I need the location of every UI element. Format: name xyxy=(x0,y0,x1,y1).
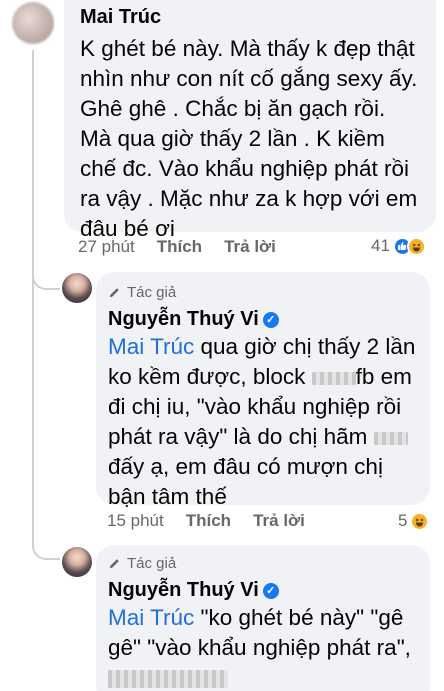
reply-line: đi chị iu, "vào khẩu nghiệp rồi xyxy=(108,394,402,419)
reply-actions: 15 phút Thích Trả lời xyxy=(107,511,305,531)
mention-link[interactable]: Mai Trúc xyxy=(108,605,194,630)
reply-timestamp[interactable]: 15 phút xyxy=(107,511,164,531)
reaction-count: 5 xyxy=(398,511,408,530)
haha-reaction-icon xyxy=(406,236,426,256)
reply-author[interactable]: Nguyễn Thuý Vi ✓ xyxy=(108,308,279,331)
censored-text xyxy=(311,371,356,385)
author-badge-label: Tác giả xyxy=(127,555,177,572)
reaction-summary[interactable]: 41 xyxy=(371,236,426,256)
like-button[interactable]: Thích xyxy=(157,237,202,257)
thread-connector xyxy=(32,530,60,560)
reaction-count: 41 xyxy=(371,236,390,255)
reply-line: phát ra vậy" là do chị hãm xyxy=(108,424,374,449)
pencil-icon xyxy=(109,288,119,298)
comment-line: K ghét bé này. Mà thấy k đẹp thật xyxy=(80,36,415,61)
comment-line: ra vậy . Mặc như za k hợp với em xyxy=(80,186,418,211)
reply-text: Mai Trúc "ko ghét bé này" "gê gê" "vào k… xyxy=(108,603,426,691)
haha-reaction-icon xyxy=(410,511,430,531)
reply-line: "ko ghét bé này" "gê xyxy=(194,605,404,630)
comment-line: chế đc. Vào khẩu nghiệp phát rồi xyxy=(80,156,409,181)
censored-text xyxy=(108,670,228,689)
reply-line: fb em xyxy=(355,364,412,389)
reply-bubble: Tác giả Nguyễn Thuý Vi ✓ Mai Trúc qua giờ… xyxy=(96,272,430,509)
reply-line: đấy ạ, em đâu có mượn chị xyxy=(108,454,383,479)
author-badge: Tác giả xyxy=(108,284,176,301)
comment-line: nhìn như con nít cố gắng sexy ấy. xyxy=(80,66,418,91)
reply-author-name: Nguyễn Thuý Vi xyxy=(108,579,259,601)
reply-bubble: Tác giả Nguyễn Thuý Vi ✓ Mai Trúc "ko ghé… xyxy=(96,545,430,691)
reply-author[interactable]: Nguyễn Thuý Vi ✓ xyxy=(108,579,279,602)
reply-line: gê" "vào khẩu nghiệp phát ra", xyxy=(108,635,411,660)
reply-button[interactable]: Trả lời xyxy=(224,237,276,257)
mention-link[interactable]: Mai Trúc xyxy=(108,334,194,359)
comment-text: K ghét bé này. Mà thấy k đẹp thật nhìn n… xyxy=(80,34,430,244)
comment-timestamp[interactable]: 27 phút xyxy=(78,237,135,257)
thread-line xyxy=(32,50,34,530)
comment-line: Ghê ghê . Chắc bị ăn gạch rồi. xyxy=(80,96,386,121)
thread-connector xyxy=(32,260,60,290)
pencil-icon xyxy=(109,559,119,569)
reply-text: Mai Trúc qua giờ chị thấy 2 lần ko kềm đ… xyxy=(108,332,426,512)
verified-badge-icon: ✓ xyxy=(262,311,279,328)
reply-line: qua giờ chị thấy 2 lần xyxy=(194,334,416,359)
avatar[interactable] xyxy=(12,2,54,44)
reaction-summary[interactable]: 5 xyxy=(398,511,430,531)
comment-line: Mà qua giờ thấy 2 lần . K kiềm xyxy=(80,126,385,151)
author-badge-label: Tác giả xyxy=(127,284,177,301)
author-badge: Tác giả xyxy=(108,555,176,572)
verified-badge-icon: ✓ xyxy=(262,582,279,599)
reply-author-name: Nguyễn Thuý Vi xyxy=(108,308,259,330)
comment-actions: 27 phút Thích Trả lời xyxy=(78,237,276,257)
like-button[interactable]: Thích xyxy=(186,511,231,531)
avatar[interactable] xyxy=(62,273,92,303)
reply-button[interactable]: Trả lời xyxy=(253,511,305,531)
reply-line: ko kềm được, block xyxy=(108,364,312,389)
comment-bubble: Mai Trúc K ghét bé này. Mà thấy k đẹp th… xyxy=(64,0,436,241)
avatar[interactable] xyxy=(62,547,92,577)
censored-text xyxy=(373,431,408,445)
reply-line: bận tâm thế xyxy=(108,484,227,509)
comment-author[interactable]: Mai Trúc xyxy=(80,6,161,29)
